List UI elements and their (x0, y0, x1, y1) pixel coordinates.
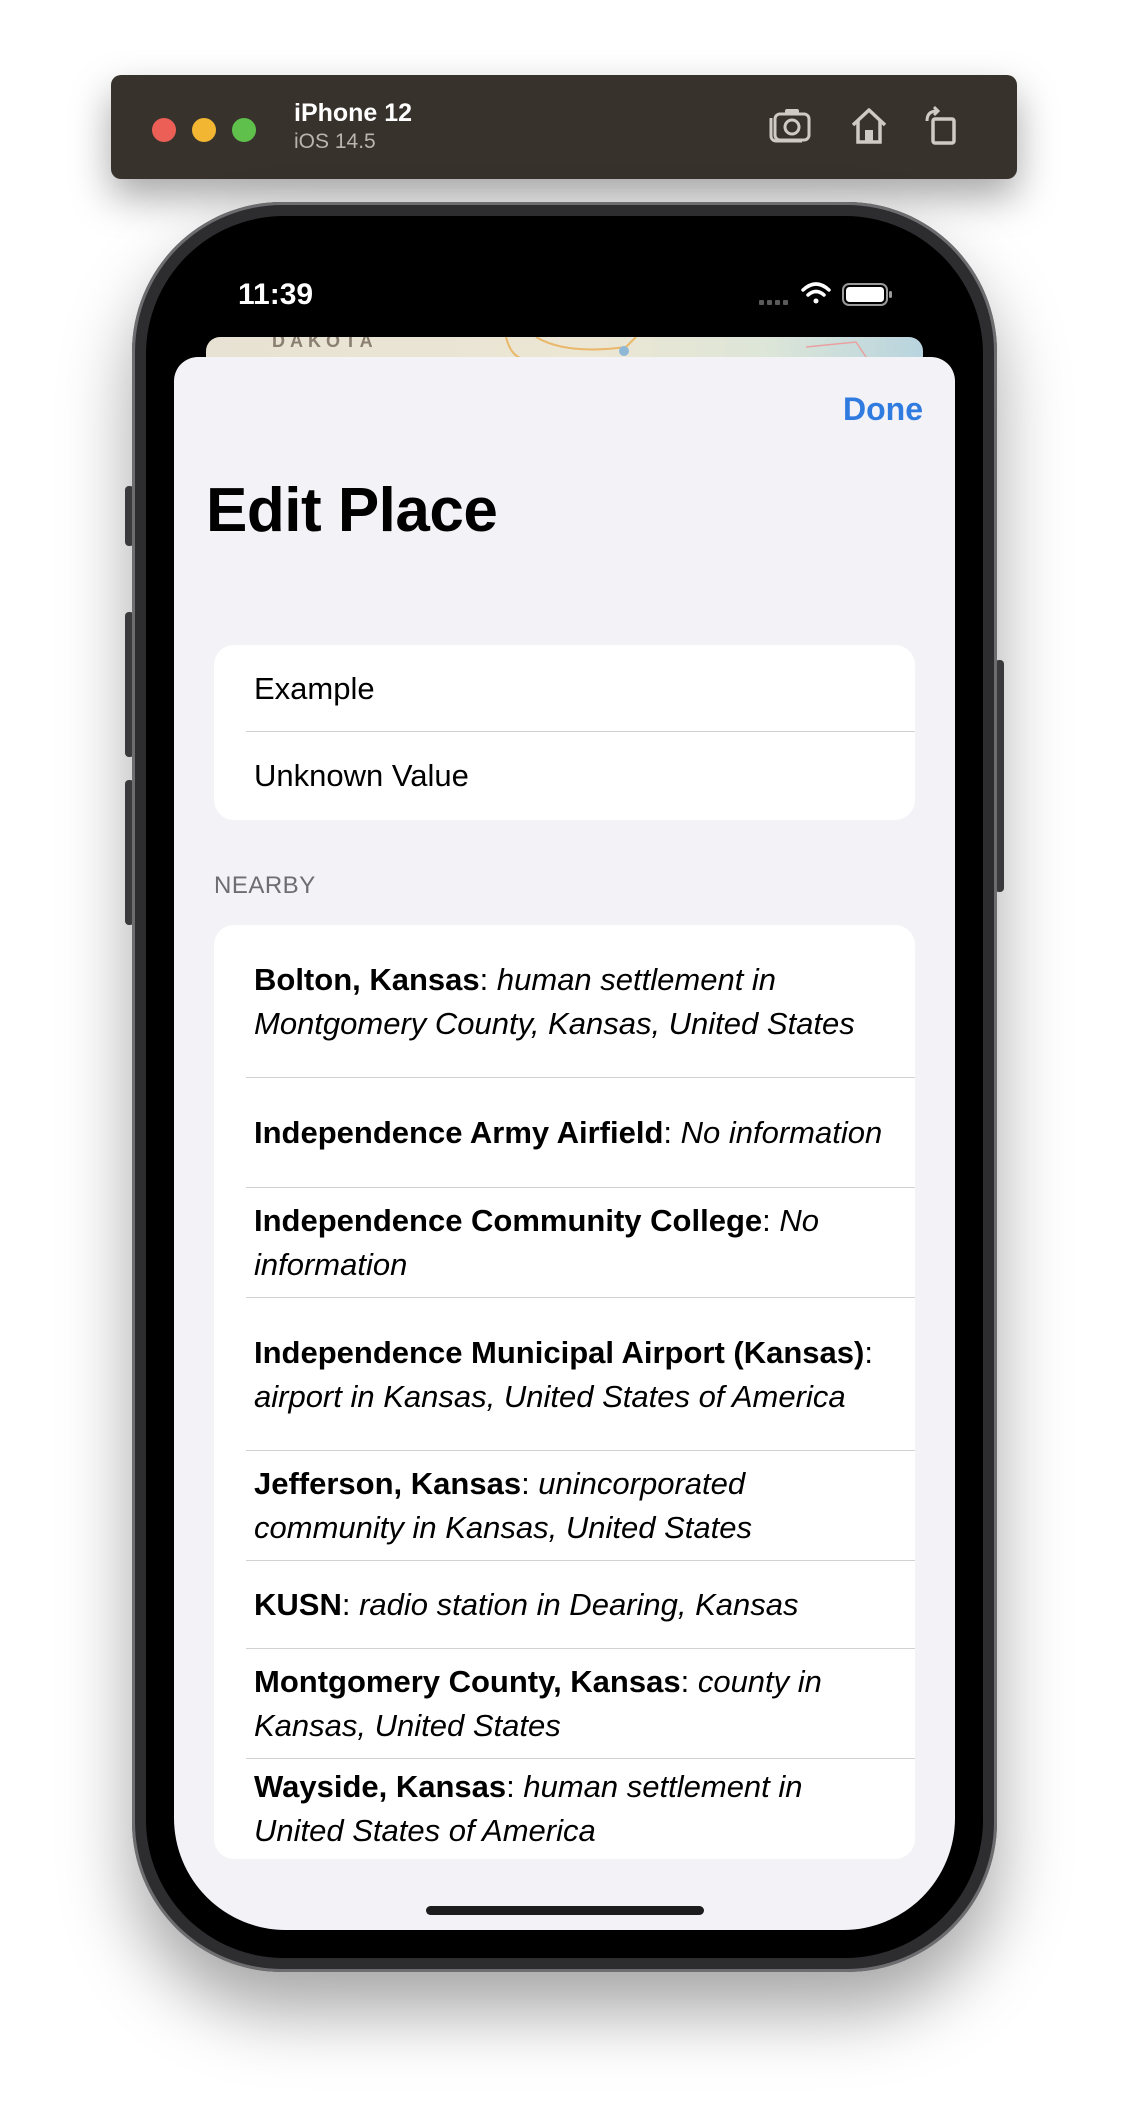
nearby-item[interactable]: Independence Community College: No infor… (214, 1188, 915, 1298)
screenshot-icon[interactable] (768, 105, 814, 145)
done-button[interactable]: Done (843, 391, 923, 428)
close-window-button[interactable] (152, 118, 176, 142)
home-indicator[interactable] (426, 1906, 704, 1915)
nearby-item-name: Independence Community College (254, 1203, 763, 1238)
nearby-item[interactable]: Bolton, Kansas: human settlement in Mont… (214, 925, 915, 1078)
nearby-item[interactable]: Montgomery County, Kansas: county in Kan… (214, 1649, 915, 1759)
phone-screen: 11:39 DAKOTA Done Edit Place Example Unk… (174, 244, 955, 1930)
status-time: 11:39 (238, 278, 314, 311)
info-row-label: Example (254, 671, 375, 706)
nearby-item-name: KUSN (254, 1587, 342, 1622)
info-row-unknown-value[interactable]: Unknown Value (214, 732, 915, 819)
page-title: Edit Place (206, 476, 498, 545)
nearby-item-name: Independence Municipal Airport (Kansas) (254, 1334, 865, 1370)
cellular-icon (759, 300, 788, 305)
rotate-icon[interactable] (921, 105, 961, 147)
nearby-item[interactable]: Independence Municipal Airport (Kansas):… (214, 1298, 915, 1451)
nearby-item[interactable]: Jefferson, Kansas: unincorporated commun… (214, 1451, 915, 1561)
info-row-label: Unknown Value (254, 758, 469, 793)
wifi-icon (801, 282, 831, 304)
nearby-item-description: airport in Kansas, United States of Amer… (254, 1378, 846, 1414)
nearby-item-name: Bolton, Kansas (254, 961, 480, 997)
info-row-example[interactable]: Example (214, 645, 915, 732)
nearby-item[interactable]: KUSN: radio station in Dearing, Kansas (214, 1561, 915, 1649)
status-icons (759, 282, 892, 306)
nearby-list: Bolton, Kansas: human settlement in Mont… (214, 925, 915, 1859)
edit-place-sheet: Done Edit Place Example Unknown Value NE… (174, 357, 955, 1930)
battery-icon (842, 283, 892, 306)
nearby-item[interactable]: Wayside, Kansas: human settlement in Uni… (214, 1759, 915, 1859)
nearby-item-description: No information (680, 1115, 883, 1150)
device-name: iPhone 12 (294, 99, 413, 127)
zoom-window-button[interactable] (232, 118, 256, 142)
nearby-item-description: radio station in Dearing, Kansas (359, 1587, 799, 1622)
nearby-item-name: Independence Army Airfield (254, 1115, 664, 1150)
nearby-section-header: NEARBY (214, 872, 316, 899)
minimize-window-button[interactable] (192, 118, 216, 142)
nearby-item-name: Jefferson, Kansas (254, 1466, 522, 1501)
home-icon[interactable] (848, 105, 890, 147)
nearby-item[interactable]: Independence Army Airfield: No informati… (214, 1078, 915, 1188)
simulator-toolbar: iPhone 12 iOS 14.5 (111, 75, 1017, 179)
nearby-item-name: Wayside, Kansas (254, 1769, 507, 1804)
nearby-item-name: Montgomery County, Kansas (254, 1664, 681, 1699)
device-os-version: iOS 14.5 (294, 130, 376, 153)
info-group: Example Unknown Value (214, 645, 915, 820)
